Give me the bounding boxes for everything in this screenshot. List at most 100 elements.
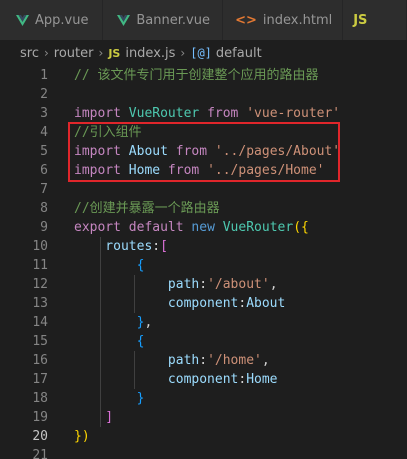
line-number: 7 xyxy=(40,182,48,197)
code-text: export default new VueRouter({ xyxy=(74,218,309,237)
code-editor[interactable]: 21 20}) 19 ] 18 } 17 component:Home 16 path:'… xyxy=(0,66,407,459)
code-line[interactable]: 11 { xyxy=(0,256,407,275)
code-token: VueRouter xyxy=(120,106,200,121)
code-token: component xyxy=(74,372,239,387)
code-text: path:'/about', xyxy=(74,275,278,294)
code-line[interactable]: 21 xyxy=(0,446,407,459)
indent-guide xyxy=(134,351,135,389)
code-line[interactable]: 8 //创建并暴露一个路由器 xyxy=(0,199,407,218)
line-number: 20 xyxy=(32,429,48,444)
code-token: //引入组件 xyxy=(74,125,142,140)
code-line[interactable]: 14 }, xyxy=(0,313,407,332)
line-number: 14 xyxy=(32,315,48,330)
tab-label: Banner.vue xyxy=(136,12,210,28)
code-line[interactable]: 17 component:Home xyxy=(0,370,407,389)
line-number: 12 xyxy=(32,277,48,292)
code-token: About xyxy=(246,296,286,311)
code-token: path xyxy=(74,353,200,368)
vscode-window: App.vue Banner.vue <> index.html JS src … xyxy=(0,0,407,459)
code-text: { xyxy=(74,332,145,351)
code-text: component:About xyxy=(74,294,285,313)
indent-guide xyxy=(100,237,101,427)
code-token: ({ xyxy=(293,220,309,235)
code-text: // 该文件专门用于创建整个应用的路由器 xyxy=(74,66,318,85)
code-line[interactable]: 6 import Home from '../pages/Home' xyxy=(0,161,407,180)
code-token: Home xyxy=(120,163,161,178)
code-text: routes:[ xyxy=(74,237,168,256)
code-line[interactable]: 7 xyxy=(0,180,407,199)
tab-app-vue[interactable]: App.vue xyxy=(0,0,104,40)
code-token: }) xyxy=(74,429,90,444)
line-number: 18 xyxy=(32,391,48,406)
code-text: component:Home xyxy=(74,370,278,389)
code-text: //引入组件 xyxy=(74,123,142,142)
code-line[interactable]: 10 routes:[ xyxy=(0,237,407,256)
breadcrumb-default[interactable]: default xyxy=(216,46,262,61)
code-line[interactable]: 13 component:About xyxy=(0,294,407,313)
code-token: { xyxy=(74,258,145,273)
code-token: ] xyxy=(74,410,114,425)
code-token: import xyxy=(74,106,121,121)
breadcrumb-src[interactable]: src xyxy=(20,46,39,61)
line-number: 3 xyxy=(40,106,48,121)
editor-tab-bar: App.vue Banner.vue <> index.html JS xyxy=(0,0,407,40)
vue-icon xyxy=(117,14,131,26)
code-token: new xyxy=(183,220,215,235)
tab-label: index.html xyxy=(262,12,333,28)
code-line[interactable]: 16 path:'/home', xyxy=(0,351,407,370)
breadcrumb-index-js[interactable]: index.js xyxy=(125,46,175,61)
code-token: '/about' xyxy=(207,277,270,292)
code-text: }, xyxy=(74,313,153,332)
tab-label: App.vue xyxy=(35,12,89,28)
code-token: from xyxy=(167,144,208,159)
indent-guide xyxy=(134,275,135,313)
code-line[interactable]: 9 export default new VueRouter({ xyxy=(0,218,407,237)
code-token: About xyxy=(120,144,168,159)
tab-banner-vue[interactable]: Banner.vue xyxy=(103,0,224,40)
code-token: '../pages/Home' xyxy=(199,163,325,178)
code-line[interactable]: 19 ] xyxy=(0,408,407,427)
code-token: [ xyxy=(160,239,168,254)
code-token: routes xyxy=(74,239,153,254)
code-token: : xyxy=(199,353,208,368)
code-line[interactable]: 4 //引入组件 xyxy=(0,123,407,142)
code-line[interactable]: 5 import About from '../pages/About' xyxy=(0,142,407,161)
code-token: //创建并暴露一个路由器 xyxy=(74,201,220,216)
tab-index-html[interactable]: <> index.html xyxy=(223,0,344,40)
code-line[interactable]: 15 { xyxy=(0,332,407,351)
chevron-right-icon: › xyxy=(180,46,186,60)
code-text: import VueRouter from 'vue-router' xyxy=(74,104,340,123)
breadcrumb-router[interactable]: router xyxy=(54,46,94,61)
line-number: 2 xyxy=(40,87,48,102)
code-line[interactable]: 2 xyxy=(0,85,407,104)
code-token: import xyxy=(74,163,121,178)
code-token: default xyxy=(120,220,184,235)
code-token: '../pages/About' xyxy=(207,144,341,159)
code-token: export xyxy=(74,220,121,235)
tab-js-file[interactable]: JS xyxy=(343,0,407,40)
line-number: 8 xyxy=(40,201,48,216)
code-line[interactable]: 20}) xyxy=(0,427,407,446)
code-text: path:'/home', xyxy=(74,351,270,370)
html-icon: <> xyxy=(235,12,257,28)
code-token: '/home' xyxy=(207,353,262,368)
vue-icon xyxy=(16,14,29,26)
code-line[interactable]: 18 } xyxy=(0,389,407,408)
line-number: 5 xyxy=(40,144,48,159)
breadcrumb: src › router › JS index.js › [@] default xyxy=(0,40,407,66)
code-line[interactable]: 12 path:'/about', xyxy=(0,275,407,294)
code-text: import Home from '../pages/Home' xyxy=(74,161,324,180)
code-line[interactable]: 1 // 该文件专门用于创建整个应用的路由器 xyxy=(0,66,407,85)
line-number: 15 xyxy=(32,334,48,349)
code-token: , xyxy=(144,315,153,330)
code-text: //创建并暴露一个路由器 xyxy=(74,199,220,218)
line-number: 11 xyxy=(32,258,48,273)
line-number: 9 xyxy=(40,220,48,235)
code-text: import About from '../pages/About' xyxy=(74,142,340,161)
code-token: , xyxy=(261,353,270,368)
line-number: 1 xyxy=(40,68,48,83)
code-token: } xyxy=(74,315,145,330)
code-line[interactable]: 3 import VueRouter from 'vue-router' xyxy=(0,104,407,123)
line-number: 4 xyxy=(40,125,48,140)
code-text: }) xyxy=(74,427,90,446)
